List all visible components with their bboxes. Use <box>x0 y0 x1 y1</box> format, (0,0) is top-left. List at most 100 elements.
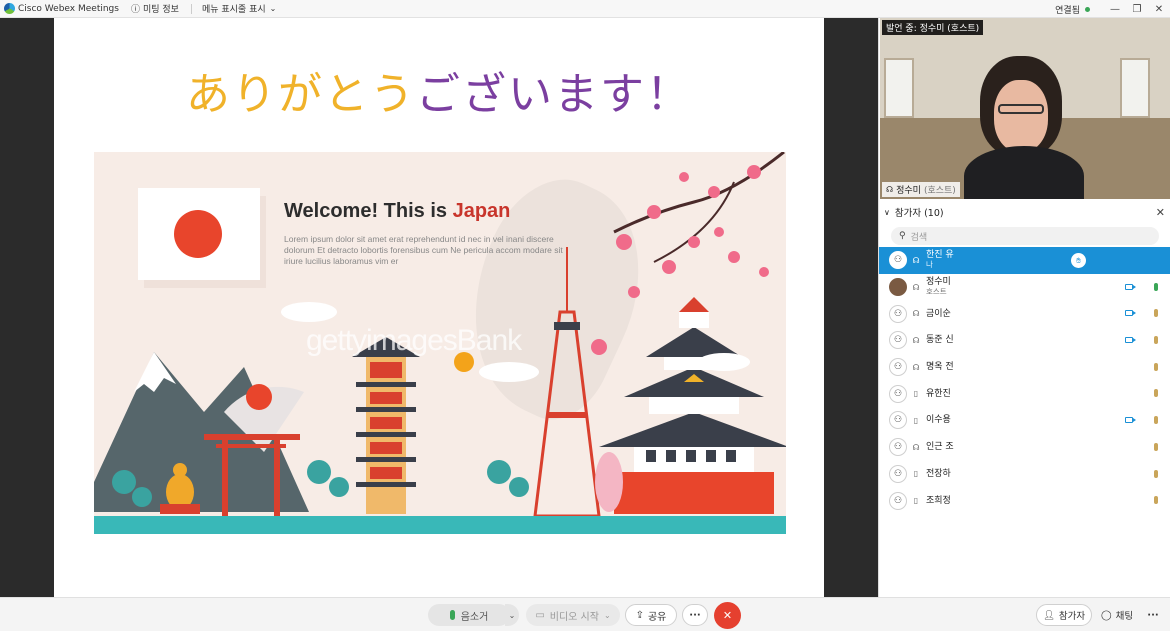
meeting-info-label: 미팅 정보 <box>142 5 179 15</box>
person-icon: ⚇ <box>889 438 907 457</box>
chevron-down-icon: ⌄ <box>508 610 516 620</box>
microphone-muted-icon[interactable] <box>1154 416 1158 425</box>
participant-name-block: 인근 조 <box>926 442 954 452</box>
participant-row[interactable]: ⚇ ▯ 전장하 <box>879 461 1170 488</box>
computer-audio-icon: ☊ <box>912 255 920 265</box>
participants-count: 참가자 (10) <box>894 208 944 219</box>
microphone-muted-icon[interactable] <box>1154 496 1158 505</box>
connection-status: 연결됨 <box>1055 5 1080 16</box>
restore-icon[interactable]: ❐ <box>1126 4 1148 15</box>
participant-row[interactable]: ⚇ ☊ 금이순 <box>879 300 1170 327</box>
title-bar: Cisco Webex Meetings ⓘ 미팅 정보 메뉴 표시줄 표시 ⌄… <box>0 0 1170 18</box>
computer-audio-icon: ☊ <box>912 442 920 452</box>
start-video-button[interactable]: ▭ 비디오 시작 ⌄ <box>526 604 620 626</box>
audio-options-button[interactable]: ⌄ <box>505 604 519 626</box>
close-window-icon[interactable]: ✕ <box>1148 4 1170 15</box>
participant-row[interactable]: ⚇ ☊ 한진 유 나 ✋︎ <box>879 247 1170 274</box>
close-icon[interactable]: ✕ <box>1156 206 1165 219</box>
participants-button-label: 참가자 <box>1058 611 1086 622</box>
active-speaker-video[interactable]: 발언 중: 정수미 (호스트) ☊ 정수미 (호스트) <box>880 18 1170 199</box>
video-host-tag: (호스트) <box>923 186 956 196</box>
video-window-right <box>1120 58 1150 118</box>
mute-button[interactable]: 음소거 <box>428 604 510 626</box>
computer-audio-icon: ☊ <box>912 309 920 319</box>
watermark: gettyimagesBank <box>306 324 522 357</box>
poster-ground <box>94 516 786 534</box>
chevron-down-icon: ⌄ <box>603 610 611 620</box>
participant-row[interactable]: ⚇ ☊ 인근 조 <box>879 434 1170 461</box>
leave-meeting-button[interactable]: ✕ <box>714 602 741 629</box>
participant-name-block: 동준 신 <box>926 335 954 345</box>
person-icon: ⚇ <box>889 384 907 403</box>
participant-row[interactable]: ⚇ ▯ 유한진 <box>879 380 1170 407</box>
participant-row[interactable]: ☊ 정수미 호스트 <box>879 274 1170 301</box>
speaker-face <box>994 80 1048 152</box>
right-panel: 발언 중: 정수미 (호스트) ☊ 정수미 (호스트) ∨ 참가자 (10) ✕… <box>878 18 1170 597</box>
participants-header: ∨ 참가자 (10) ✕ <box>879 204 1170 220</box>
avatar <box>889 278 907 297</box>
mute-label: 음소거 <box>460 611 489 623</box>
japan-poster-image: Welcome! This is Japan Lorem ipsum dolor… <box>94 152 786 534</box>
participant-name-block: 정수미 호스트 <box>926 277 951 297</box>
poster-body-text: Lorem ipsum dolor sit amet erat reprehen… <box>284 234 563 266</box>
shared-slide: ありがとうございます！ Welcome! This is Japan Lorem… <box>54 18 824 597</box>
divider <box>190 3 192 14</box>
show-menu-bar-button[interactable]: 메뉴 표시줄 표시 ⌄ <box>202 2 276 15</box>
participant-row[interactable]: ⚇ ☊ 동준 신 <box>879 327 1170 354</box>
more-label: ··· <box>689 609 701 621</box>
participant-search-input[interactable]: ⚲ 검색 <box>891 227 1159 245</box>
app-title: Cisco Webex Meetings <box>18 3 119 14</box>
chat-panel-button[interactable]: ◯ 채팅 <box>1096 604 1138 626</box>
share-icon: ⇪ <box>635 609 644 621</box>
person-icon: ⚇ <box>889 331 907 350</box>
start-video-label: 비디오 시작 <box>549 611 599 623</box>
camera-icon <box>1125 310 1136 317</box>
camera-icon <box>1125 283 1136 290</box>
share-button[interactable]: ⇪ 공유 <box>625 604 677 626</box>
camera-icon <box>1125 337 1136 344</box>
chat-icon: ◯ <box>1100 609 1112 621</box>
share-label: 공유 <box>647 611 667 623</box>
meeting-controls-bar: 음소거 ⌄ ▭ 비디오 시작 ⌄ ⇪ 공유 ··· ✕ 👤︎ 참가자 ◯ 채팅 … <box>0 597 1170 631</box>
video-name-tag: ☊ 정수미 (호스트) <box>882 182 960 197</box>
participant-name: 인근 조 <box>926 442 954 453</box>
leave-icon: ✕ <box>722 609 733 622</box>
participant-name: 명옥 전 <box>926 362 954 373</box>
microphone-muted-icon[interactable] <box>1154 309 1158 318</box>
show-menu-bar-label: 메뉴 표시줄 표시 <box>201 5 266 15</box>
chat-button-label: 채팅 <box>1115 611 1134 622</box>
participant-row[interactable]: ⚇ ▯ 이수용 <box>879 407 1170 434</box>
participant-name-block: 조희정 <box>926 496 951 506</box>
microphone-icon[interactable] <box>1154 282 1158 291</box>
microphone-muted-icon[interactable] <box>1154 469 1158 478</box>
microphone-muted-icon[interactable] <box>1154 336 1158 345</box>
phone-icon: ▯ <box>913 415 919 425</box>
microphone-muted-icon[interactable] <box>1154 362 1158 371</box>
slide-title-part1: ありがとう <box>186 69 416 120</box>
audio-icon: ☊ <box>886 185 894 194</box>
participant-name-block: 한진 유나 <box>926 250 954 270</box>
microphone-muted-icon[interactable] <box>1154 442 1158 451</box>
person-icon: 👤︎ <box>1042 609 1055 621</box>
webex-logo-icon <box>4 3 15 14</box>
participant-list: ⚇ ☊ 한진 유 나 ✋︎ ☊ 정수미 호스트 ⚇ ☊ 금이순 ⚇ ☊ 동준 신 ⚇ ☊ 명옥 전 ⚇ ▯ 유한진 ⚇ ▯… <box>879 247 1170 514</box>
participant-name-block: 이수용 <box>926 415 951 425</box>
participants-panel-button[interactable]: 👤︎ 참가자 <box>1036 604 1092 626</box>
participant-row[interactable]: ⚇ ☊ 명옥 전 <box>879 354 1170 381</box>
flag-sun <box>174 210 222 258</box>
poster-heading: Welcome! This is Japan <box>284 200 510 223</box>
poster-heading-prefix: Welcome! This is <box>284 200 453 222</box>
participant-name-block: 전장하 <box>926 469 951 479</box>
phone-icon: ▯ <box>913 469 919 479</box>
participant-row[interactable]: ⚇ ▯ 조희정 <box>879 487 1170 514</box>
meeting-info-button[interactable]: ⓘ 미팅 정보 <box>131 2 179 15</box>
microphone-muted-icon[interactable] <box>1154 389 1158 398</box>
computer-audio-icon: ☊ <box>912 282 920 292</box>
participant-name: 이수용 <box>926 415 951 426</box>
minimize-icon[interactable]: — <box>1104 4 1126 15</box>
raise-hand-icon[interactable]: ✋︎ <box>1071 253 1086 268</box>
chevron-down-icon[interactable]: ∨ <box>884 208 890 217</box>
camera-icon <box>1125 417 1136 424</box>
panel-overflow-button[interactable]: ··· <box>1142 604 1164 626</box>
more-options-button[interactable]: ··· <box>682 604 708 626</box>
